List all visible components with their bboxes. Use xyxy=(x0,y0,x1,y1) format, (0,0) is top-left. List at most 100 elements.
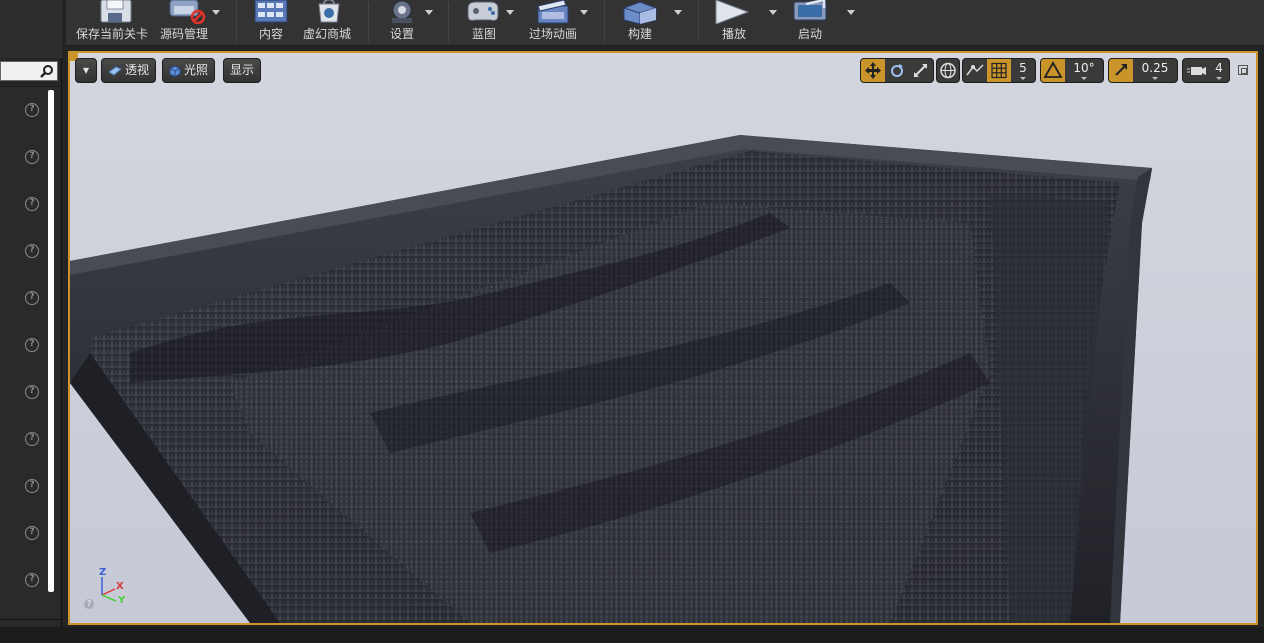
cinematics-button[interactable]: 过场动画 xyxy=(524,0,590,46)
camera-speed-icon xyxy=(1187,67,1206,75)
translate-mode-button[interactable] xyxy=(861,59,885,82)
settings-dropdown-caret[interactable] xyxy=(425,10,433,15)
lighting-mode-button[interactable]: 光照 xyxy=(162,58,216,83)
chevron-down-icon xyxy=(1216,77,1222,80)
help-icon[interactable]: ? xyxy=(25,338,39,352)
details-panel: ??????????? xyxy=(0,0,62,627)
play-button[interactable]: 播放 xyxy=(708,0,780,46)
camera-speed-dropdown[interactable]: 4 xyxy=(1182,58,1230,83)
axis-gizmo: Z X Y ? xyxy=(82,565,132,615)
help-icon[interactable]: ? xyxy=(25,291,39,305)
cinematics-dropdown-caret[interactable] xyxy=(580,10,588,15)
viewport-scene[interactable] xyxy=(70,53,1256,623)
toolbar-separator xyxy=(698,2,699,42)
grid-snap-toggle[interactable] xyxy=(987,59,1011,82)
toolbar-separator xyxy=(448,2,449,42)
source-control-button[interactable]: 源码管理 xyxy=(154,0,224,46)
blueprint-icon xyxy=(467,1,499,21)
rotate-mode-button[interactable] xyxy=(885,59,909,82)
grid-snap-value: 5 xyxy=(1019,61,1027,75)
status-bar xyxy=(0,627,1264,643)
play-label: 播放 xyxy=(722,27,747,41)
transform-mode-group xyxy=(860,58,934,83)
play-dropdown-caret[interactable] xyxy=(769,10,777,15)
rotation-snap-value: 10° xyxy=(1073,61,1095,75)
build-dropdown-caret[interactable] xyxy=(674,10,682,15)
settings-icon xyxy=(392,0,412,23)
help-icon[interactable]: ? xyxy=(25,573,39,587)
coordinate-system-button[interactable] xyxy=(936,58,960,83)
help-icon[interactable]: ? xyxy=(25,479,39,493)
help-icon[interactable]: ? xyxy=(25,526,39,540)
chevron-down-icon xyxy=(1020,77,1026,80)
scale-icon xyxy=(914,64,927,77)
axis-z-label: Z xyxy=(99,567,107,578)
launch-dropdown-caret[interactable] xyxy=(847,10,855,15)
help-icon[interactable]: ? xyxy=(84,599,94,609)
angle-snap-icon xyxy=(1043,61,1063,78)
details-search-input[interactable] xyxy=(0,61,58,81)
play-icon xyxy=(715,0,750,24)
blueprints-label: 蓝图 xyxy=(472,27,497,41)
build-label: 构建 xyxy=(628,27,653,41)
lit-cube-icon xyxy=(169,64,181,77)
search-icon xyxy=(40,65,53,78)
camera-speed-value-box: 4 xyxy=(1209,59,1229,82)
blueprints-dropdown-caret[interactable] xyxy=(506,10,514,15)
details-scrollbar[interactable] xyxy=(48,90,54,592)
surface-snap-button[interactable] xyxy=(963,59,987,82)
rotate-icon xyxy=(891,64,903,77)
cinematics-icon xyxy=(537,0,569,24)
level-viewport[interactable]: ▾ 透视 光照 显示 5 10° 0.25 4 Z X Y ? xyxy=(68,51,1258,625)
help-icon[interactable]: ? xyxy=(25,385,39,399)
help-icon[interactable]: ? xyxy=(25,244,39,258)
globe-icon xyxy=(940,62,956,79)
rotation-snap-toggle[interactable] xyxy=(1041,59,1065,82)
axis-y-label: Y xyxy=(118,595,126,606)
show-flags-button[interactable]: 显示 xyxy=(223,58,262,83)
source-control-dropdown-caret[interactable] xyxy=(212,10,220,15)
scale-snap-value-dropdown[interactable]: 0.25 xyxy=(1133,59,1177,82)
move-arrows-icon xyxy=(865,62,881,79)
maximize-viewport-button[interactable] xyxy=(1238,65,1248,75)
source-control-label: 源码管理 xyxy=(160,27,209,41)
content-button[interactable]: 内容 xyxy=(246,0,296,46)
details-panel-header xyxy=(0,0,62,58)
scale-snap-value: 0.25 xyxy=(1141,61,1169,75)
rotation-snap-value-dropdown[interactable]: 10° xyxy=(1065,59,1103,82)
help-icon[interactable]: ? xyxy=(25,432,39,446)
content-icon xyxy=(254,0,288,23)
chevron-down-icon: ▾ xyxy=(82,63,90,77)
grid-snap-value-dropdown[interactable]: 5 xyxy=(1011,59,1035,82)
help-icon[interactable]: ? xyxy=(25,103,39,117)
lighting-label: 光照 xyxy=(184,63,209,77)
grid-snap-group: 5 xyxy=(962,58,1036,83)
rotation-snap-group: 10° xyxy=(1040,58,1104,83)
help-icon[interactable]: ? xyxy=(25,150,39,164)
save-current-level-button[interactable]: 保存当前关卡 xyxy=(72,0,150,46)
source-control-icon xyxy=(169,0,206,24)
axis-x-label: X xyxy=(116,581,124,592)
settings-button[interactable]: 设置 xyxy=(380,0,440,46)
cinematics-label: 过场动画 xyxy=(529,27,578,41)
blueprints-button[interactable]: 蓝图 xyxy=(458,0,518,46)
launch-button[interactable]: 启动 xyxy=(784,0,860,46)
launch-icon xyxy=(793,0,827,21)
viewport-options-dropdown[interactable]: ▾ xyxy=(75,58,97,83)
toolbar-separator xyxy=(236,2,237,42)
unreal-editor-window: ??????????? 保存当前关卡 源码管理 内容 虚幻商城 设置 蓝图 过场… xyxy=(0,0,1264,643)
scale-snap-toggle[interactable] xyxy=(1109,59,1133,82)
grid-icon xyxy=(991,62,1007,79)
perspective-icon xyxy=(108,65,122,76)
save-icon xyxy=(100,0,132,23)
toolbar-separator xyxy=(604,2,605,42)
scale-snap-icon xyxy=(1115,64,1127,76)
show-label: 显示 xyxy=(230,63,255,77)
marketplace-button[interactable]: 虚幻商城 xyxy=(300,0,356,46)
divider xyxy=(0,619,62,620)
help-icon[interactable]: ? xyxy=(25,197,39,211)
build-button[interactable]: 构建 xyxy=(616,0,686,46)
perspective-button[interactable]: 透视 xyxy=(101,58,157,83)
scale-mode-button[interactable] xyxy=(909,59,933,82)
marketplace-icon xyxy=(318,0,340,23)
